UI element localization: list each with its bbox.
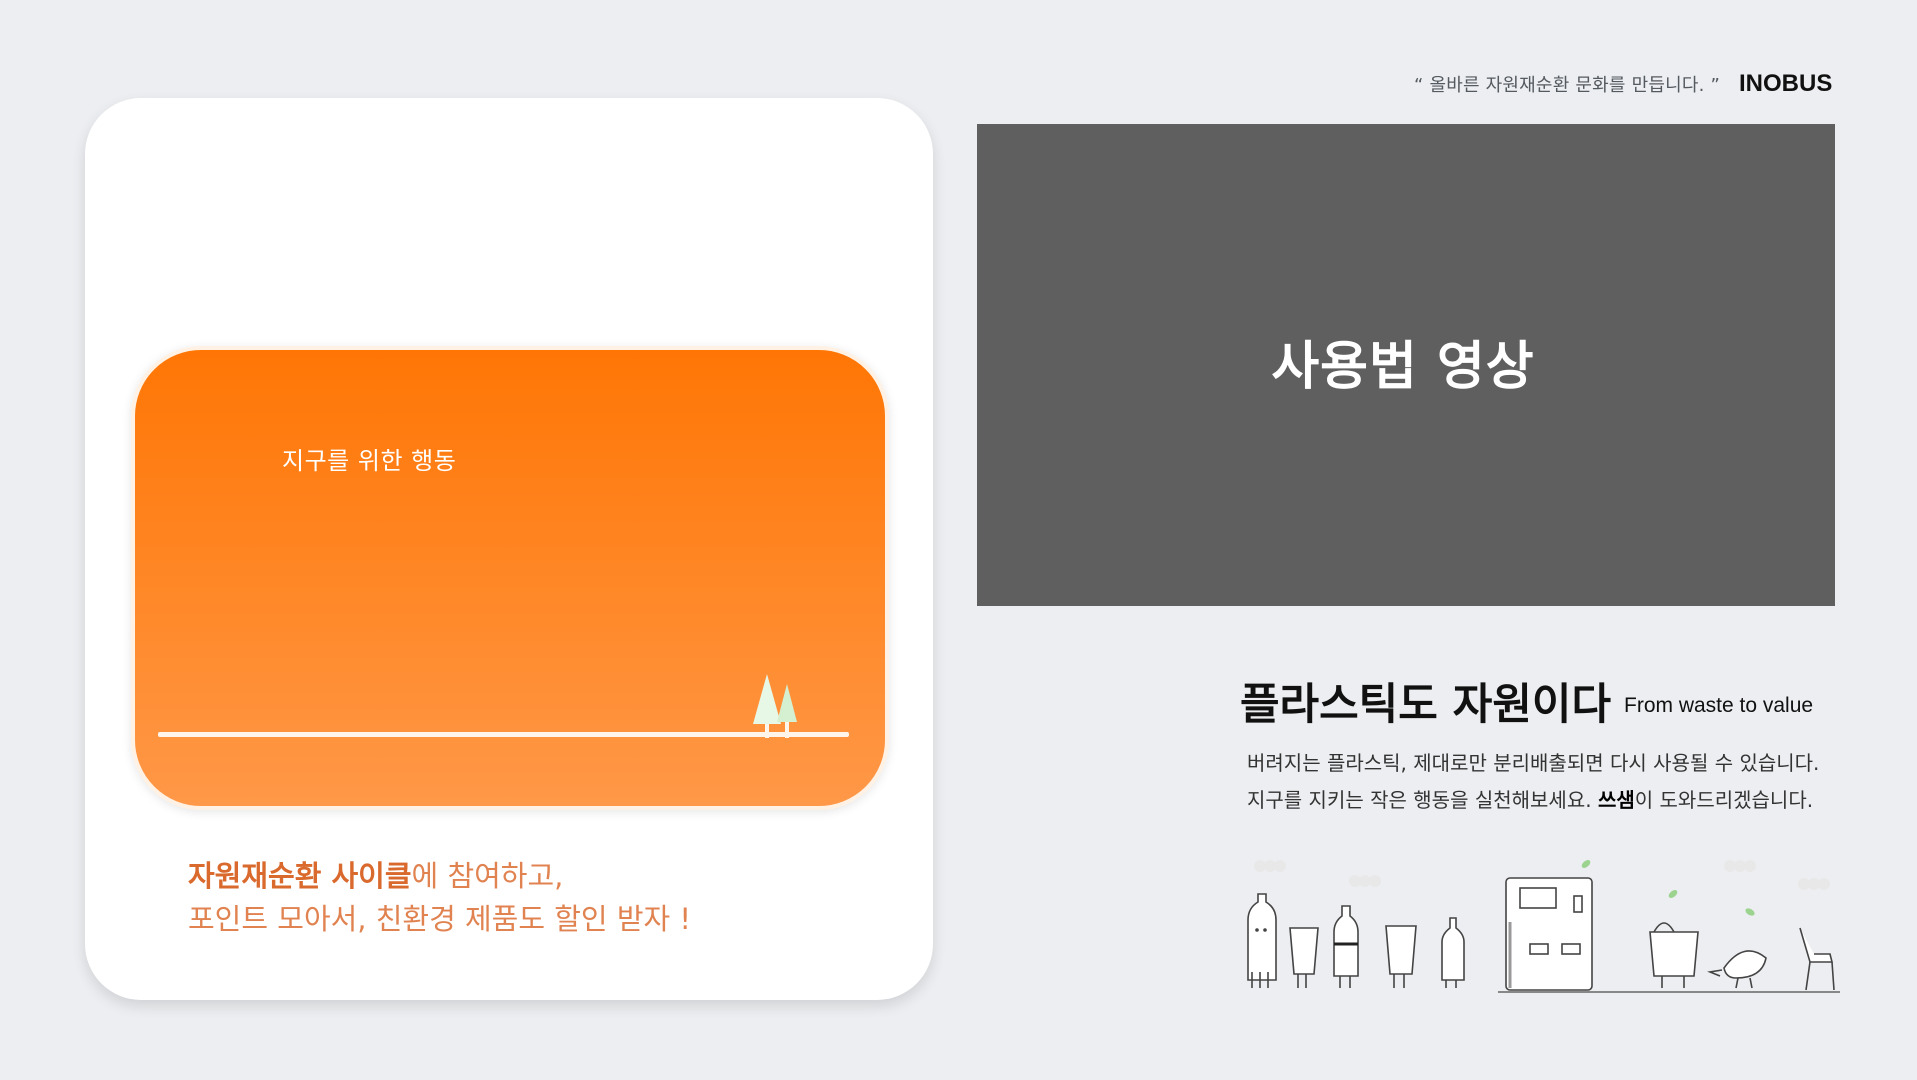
headline-sub: From waste to value [1624, 694, 1814, 717]
action-banner[interactable]: 지구를 위한 행동 [131, 346, 889, 810]
bird-icon [1707, 950, 1767, 989]
ground-line [158, 732, 849, 737]
caption-text: 에 참여하고, [411, 859, 564, 893]
vending-machine-icon [1505, 877, 1593, 991]
bottle-icon [1333, 905, 1359, 988]
description-line1: 버려지는 플라스틱, 제대로만 분리배출되면 다시 사용될 수 있습니다. [1247, 751, 1820, 775]
cup-icon [1385, 925, 1417, 988]
caption-highlight: 자원재순환 사이클 [188, 859, 412, 893]
video-label: 사용법 영상 [1271, 336, 1535, 397]
brand-logo: INOBUS [1739, 70, 1833, 97]
banner-title: 지구를 위한 행동 [282, 447, 457, 475]
headline: 플라스틱도 자원이다 [1240, 680, 1612, 730]
bottle-icon [1247, 893, 1277, 988]
service-name: 쓰샘 [1597, 788, 1635, 812]
chair-icon [1799, 927, 1835, 991]
cup-icon [1289, 927, 1319, 988]
bottle-icon [1441, 917, 1465, 988]
promo-card: 지구를 위한 행동 자원재순환 사이클에 참여하고, 포인트 모아서, 친환경 … [85, 98, 933, 1000]
description-line2-pre: 지구를 지키는 작은 행동을 실천해보세요. [1247, 788, 1598, 812]
tree-icon [753, 674, 797, 738]
bag-icon [1649, 922, 1699, 988]
description: 버려지는 플라스틱, 제대로만 분리배출되면 다시 사용될 수 있습니다. 지구… [1247, 745, 1819, 819]
description-line2: 지구를 지키는 작은 행동을 실천해보세요. 쓰샘이 도와드리겠습니다. [1247, 782, 1819, 819]
video-player[interactable]: 사용법 영상 [977, 124, 1835, 606]
caption-line2: 포인트 모아서, 친환경 제품도 할인 받자 ! [188, 902, 692, 936]
card-caption: 자원재순환 사이클에 참여하고, 포인트 모아서, 친환경 제품도 할인 받자 … [188, 855, 691, 941]
description-line2-post: 이 도와드리겠습니다. [1634, 788, 1814, 812]
slogan-text: “ 올바른 자원재순환 문화를 만듭니다. ” [1414, 75, 1720, 96]
recycling-illustration [1247, 860, 1840, 993]
